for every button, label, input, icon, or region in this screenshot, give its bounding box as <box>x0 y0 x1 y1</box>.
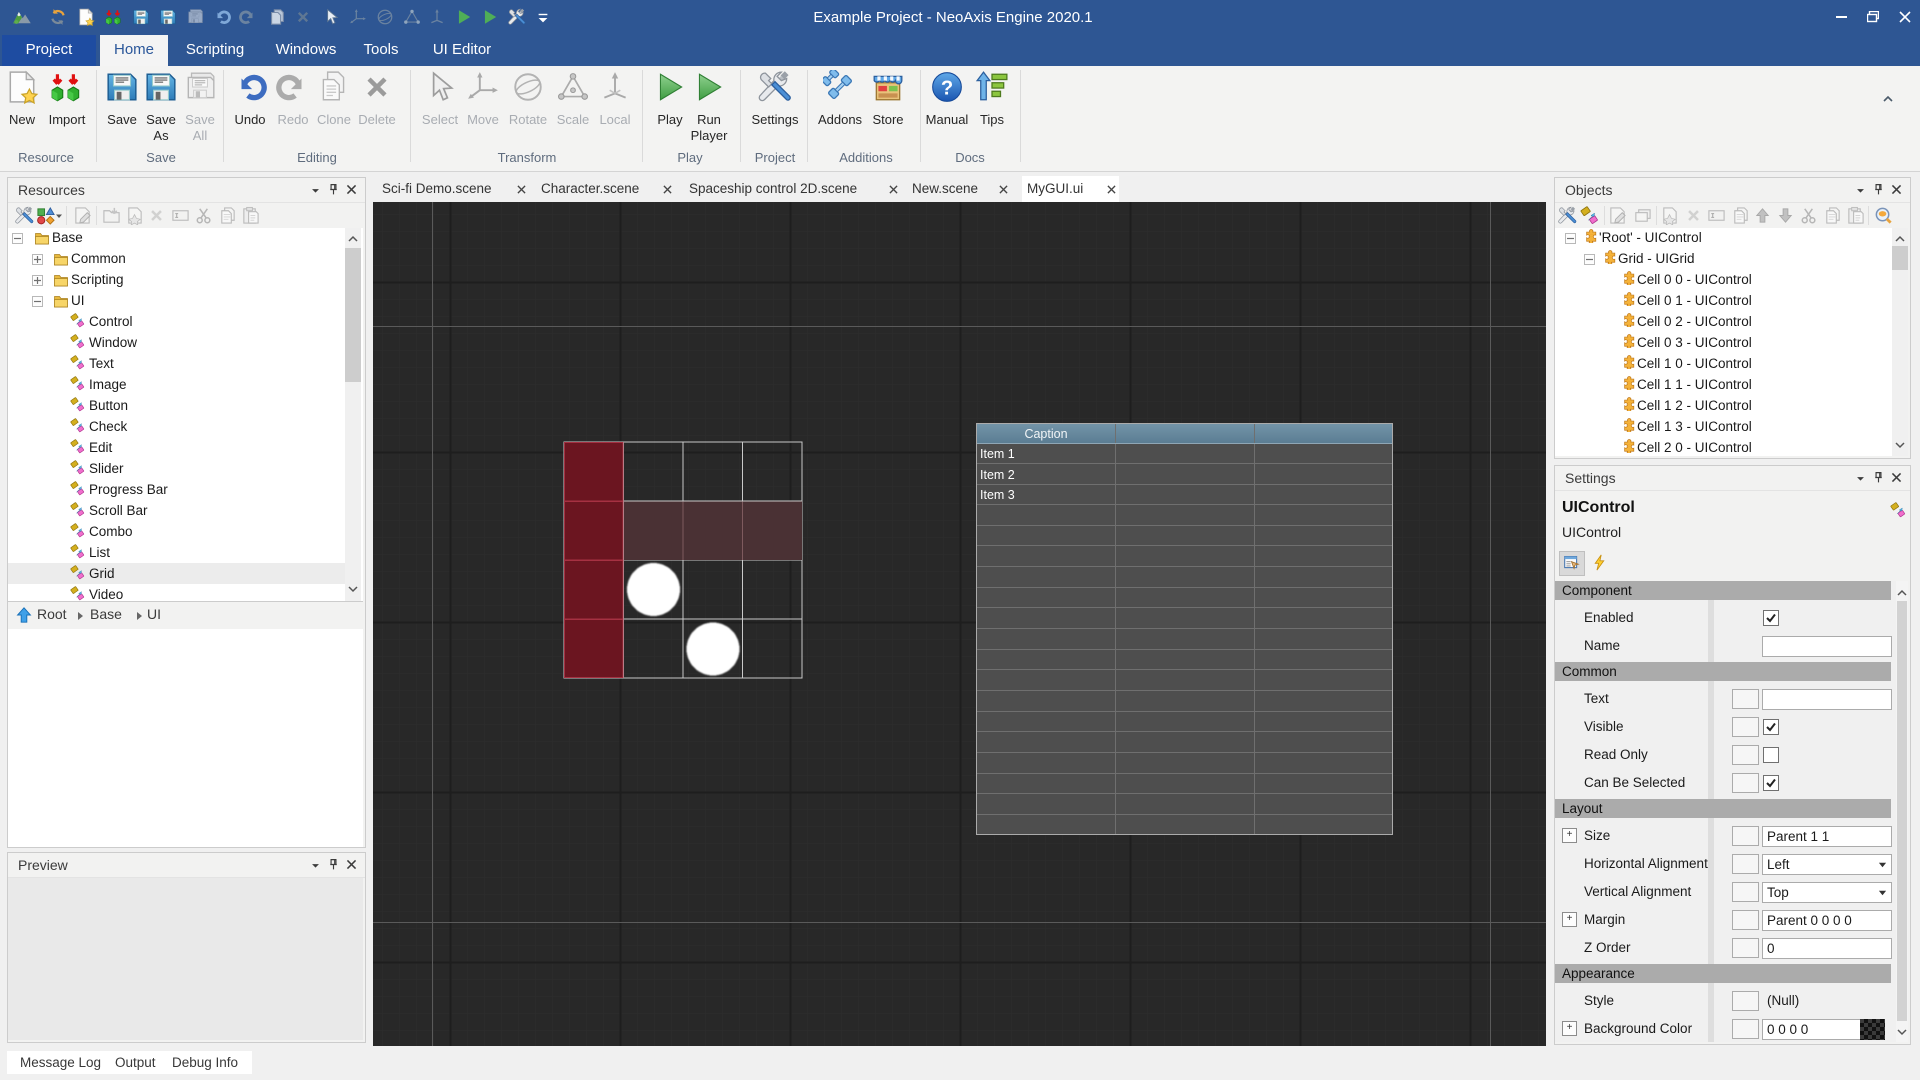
svg-text:Item 2: Item 2 <box>980 468 1015 482</box>
svg-text:Item 1: Item 1 <box>980 447 1015 461</box>
svg-text:Item 3: Item 3 <box>980 488 1015 502</box>
svg-text:Caption: Caption <box>1024 427 1067 441</box>
